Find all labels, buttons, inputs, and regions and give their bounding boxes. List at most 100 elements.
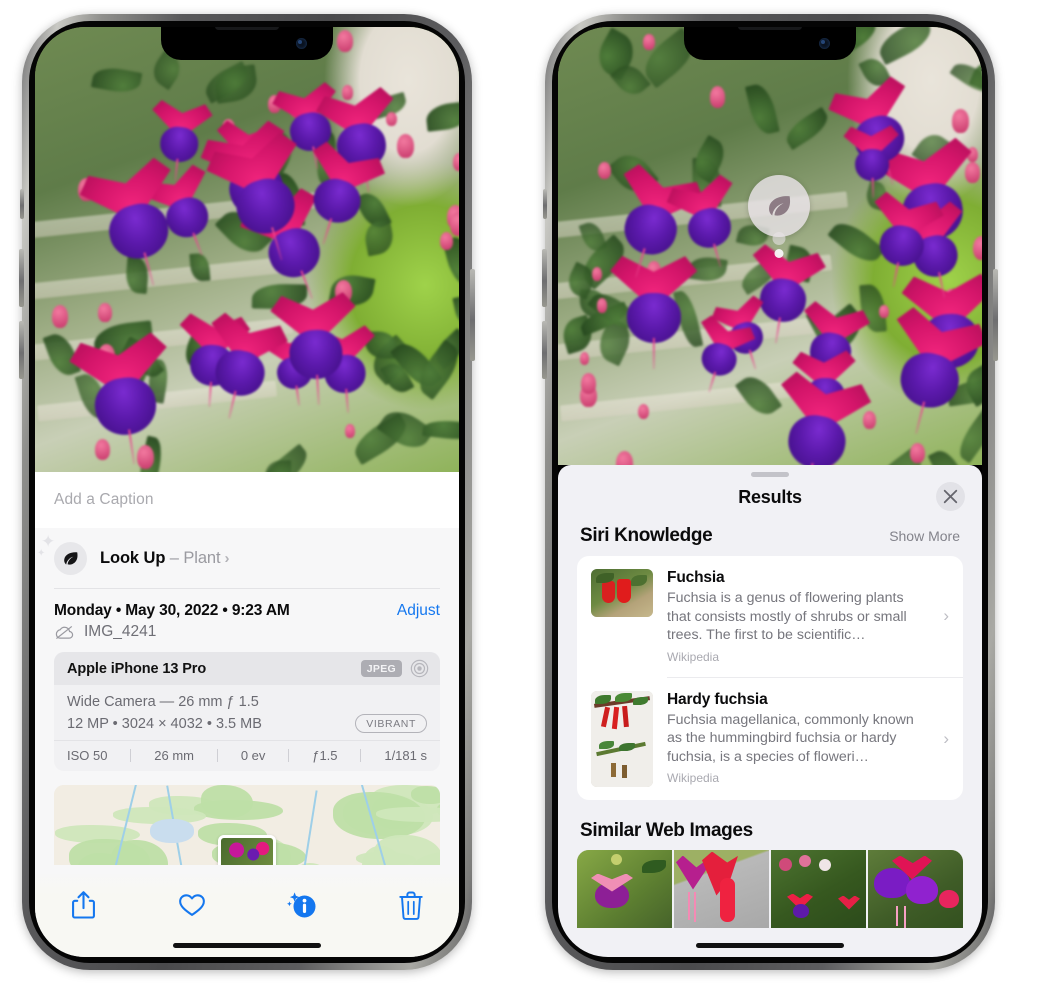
screenshot-canvas: Add a Caption ✦ ✦ Look Up – Plant › Mond… [0, 0, 1055, 985]
result-description: Fuchsia is a genus of flowering plants t… [667, 590, 907, 643]
look-up-row[interactable]: ✦ ✦ Look Up – Plant › [35, 528, 459, 588]
result-text: Fuchsia Fuchsia is a genus of flowering … [667, 569, 950, 664]
page-title: Results [738, 487, 802, 507]
result-title: Fuchsia [667, 569, 725, 586]
adjust-button[interactable]: Adjust [397, 602, 440, 620]
siri-knowledge-header: Siri Knowledge Show More [558, 522, 982, 556]
notch-right [684, 27, 856, 60]
screen-left: Add a Caption ✦ ✦ Look Up – Plant › Mond… [35, 27, 459, 957]
caption-placeholder: Add a Caption [54, 491, 154, 508]
delete-button[interactable] [389, 885, 433, 925]
volume-up-button-left[interactable] [19, 249, 24, 307]
web-image-3[interactable] [771, 849, 866, 928]
look-up-subject: Plant [183, 549, 221, 567]
power-button-left[interactable] [470, 269, 475, 361]
list-item[interactable]: Hardy fuchsia Fuchsia magellanica, commo… [577, 678, 963, 800]
share-button[interactable] [61, 885, 105, 925]
map-photo-marker[interactable] [218, 835, 276, 865]
photo-info-sheet: Add a Caption ✦ ✦ Look Up – Plant › Mond… [35, 472, 459, 957]
result-source: Wikipedia [667, 649, 720, 664]
photo-datetime: Monday • May 30, 2022 • 9:23 AM [54, 602, 290, 619]
close-icon [943, 489, 958, 504]
heart-icon [179, 894, 206, 916]
format-badge: JPEG [360, 660, 402, 677]
exif-shutter: 1/181 s [384, 748, 427, 763]
photo-viewer-right[interactable] [558, 27, 982, 465]
look-up-title: Look Up [100, 549, 166, 567]
exif-ev: 0 ev [240, 748, 266, 763]
volume-down-button-right[interactable] [542, 321, 547, 379]
web-image-4[interactable] [868, 849, 963, 928]
visual-look-up-badge[interactable] [748, 175, 810, 258]
lens-info: Wide Camera — 26 mm ƒ 1.5 [67, 694, 259, 710]
exif-divider [360, 749, 362, 762]
result-thumbnail [591, 690, 653, 787]
iphone-right: Results Siri Knowledge Show More Fuchsia… [542, 14, 998, 970]
filename-label: IMG_4241 [84, 623, 157, 640]
share-icon [71, 891, 95, 919]
exif-divider [288, 749, 290, 762]
volume-up-button-right[interactable] [542, 249, 547, 307]
camera-card-body: Wide Camera — 26 mm ƒ 1.5 12 MP • 3024 ×… [54, 685, 440, 740]
notch-left [161, 27, 333, 60]
photographic-style-badge: VIBRANT [355, 714, 427, 733]
badge-pointer-dot [774, 249, 784, 258]
chevron-right-icon: › [943, 606, 949, 626]
leaf-icon: ✦ ✦ [37, 533, 87, 575]
photo-viewer[interactable] [35, 27, 459, 472]
show-more-button[interactable]: Show More [889, 528, 960, 544]
screen-right: Results Siri Knowledge Show More Fuchsia… [558, 27, 982, 957]
caption-input[interactable]: Add a Caption [35, 472, 459, 528]
chevron-right-icon: › [943, 728, 949, 748]
result-thumbnail [591, 569, 653, 617]
trash-icon [399, 891, 423, 920]
results-title-bar: Results [558, 477, 982, 522]
front-camera-icon [819, 38, 830, 49]
sparkle-icon-small: ✦ [37, 548, 46, 559]
camera-card-header: Apple iPhone 13 Pro JPEG [54, 652, 440, 685]
similar-web-images-title: Similar Web Images [580, 819, 753, 841]
result-description: Fuchsia magellanica, commonly known as t… [667, 711, 914, 765]
look-up-label: Look Up – Plant [100, 549, 221, 568]
exif-divider [130, 749, 132, 762]
close-button[interactable] [936, 482, 965, 511]
volume-down-button-left[interactable] [19, 321, 24, 379]
exif-aperture: ƒ1.5 [312, 748, 338, 763]
photo-metadata-row: Monday • May 30, 2022 • 9:23 AM Adjust [35, 589, 459, 623]
result-text: Hardy fuchsia Fuchsia magellanica, commo… [667, 691, 950, 786]
siri-knowledge-title: Siri Knowledge [580, 525, 713, 546]
web-image-1[interactable] [577, 849, 672, 928]
mute-switch-left[interactable] [20, 189, 24, 219]
icloud-slash-icon [55, 625, 74, 639]
size-info: 12 MP • 3024 × 4032 • 3.5 MB [67, 715, 262, 732]
result-title: Hardy fuchsia [667, 690, 768, 708]
exif-divider [216, 749, 218, 762]
favorite-button[interactable] [170, 885, 214, 925]
exif-focal: 26 mm [154, 748, 195, 763]
similar-web-images-header: Similar Web Images [558, 800, 982, 850]
web-image-2[interactable] [674, 849, 769, 928]
leaf-icon [769, 196, 791, 216]
iphone-left: Add a Caption ✦ ✦ Look Up – Plant › Mond… [19, 14, 475, 970]
info-button[interactable] [280, 885, 324, 925]
look-up-dash: – [165, 549, 184, 567]
exif-iso: ISO 50 [67, 748, 108, 763]
size-info-row: 12 MP • 3024 × 4032 • 3.5 MB VIBRANT [67, 714, 427, 733]
results-sheet: Results Siri Knowledge Show More Fuchsia… [558, 465, 982, 957]
mute-switch-right[interactable] [543, 189, 547, 219]
info-sparkle-icon [286, 892, 316, 918]
photo-location-map[interactable] [54, 785, 440, 865]
earpiece-speaker [215, 27, 279, 30]
chevron-right-icon: › [224, 550, 230, 567]
camera-info-card: Apple iPhone 13 Pro JPEG Wide Camera — 2… [54, 652, 440, 771]
list-item[interactable]: Fuchsia Fuchsia is a genus of flowering … [577, 556, 963, 677]
result-source: Wikipedia [667, 771, 720, 785]
hdr-circle-icon [410, 659, 429, 678]
camera-device-name: Apple iPhone 13 Pro [67, 660, 207, 677]
power-button-right[interactable] [993, 269, 998, 361]
home-indicator-left[interactable] [173, 943, 321, 948]
siri-knowledge-list: Fuchsia Fuchsia is a genus of flowering … [577, 556, 963, 800]
filename-row: IMG_4241 [35, 623, 459, 652]
earpiece-speaker [738, 27, 802, 30]
home-indicator-right[interactable] [696, 943, 844, 948]
